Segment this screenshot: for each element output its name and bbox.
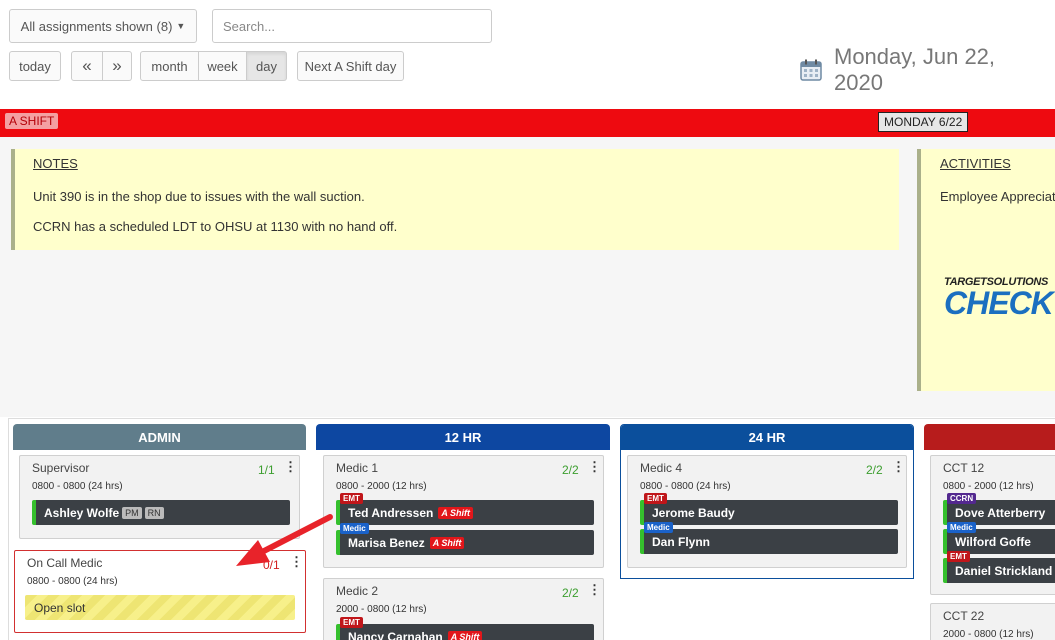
assignment-card-on-call-medic[interactable]: On Call Medic 0/1 ⋮ 0800 - 0800 (24 hrs)…	[14, 550, 306, 633]
role-tag-medic: Medic	[340, 523, 369, 534]
badge-rn: RN	[144, 506, 164, 519]
card-count: 2/2	[562, 463, 579, 477]
assignment-card-cct-22[interactable]: CCT 22 2000 - 0800 (12 hrs)	[930, 603, 1055, 640]
assignment-card-medic-1[interactable]: Medic 1 2/2 ⋮ 0800 - 2000 (12 hrs) EMT T…	[323, 455, 604, 568]
role-tag-ccrn: CCRN	[947, 493, 977, 504]
role-tag-medic: Medic	[644, 522, 673, 533]
search-input[interactable]	[212, 9, 492, 43]
assigned-person[interactable]: EMT Nancy Carnahan A Shift	[336, 617, 594, 640]
card-title: CCT 12	[943, 461, 985, 475]
shift-badge: A Shift	[447, 630, 483, 640]
notes-line: CCRN has a scheduled LDT to OHSU at 1130…	[33, 219, 398, 234]
card-time: 0800 - 0800 (24 hrs)	[32, 481, 123, 492]
notes-line: Unit 390 is in the shop due to issues wi…	[33, 189, 365, 204]
assignments-filter-dropdown[interactable]: All assignments shown (8) ▼	[9, 9, 197, 43]
assigned-person[interactable]: Medic Marisa Benez A Shift	[336, 523, 594, 555]
activities-line: Employee Appreciat	[940, 189, 1055, 204]
card-time: 0800 - 0800 (24 hrs)	[640, 481, 731, 492]
more-options-icon[interactable]: ⋮	[892, 459, 905, 475]
card-title: Medic 2	[336, 584, 379, 598]
assigned-person[interactable]: EMT Ted Andressen A Shift	[336, 493, 594, 525]
week-view-button[interactable]: week	[199, 51, 247, 81]
activities-box: ACTIVITIES Employee Appreciat TARGETSOLU…	[917, 149, 1055, 391]
next-shift-day-button[interactable]: Next A Shift day	[297, 51, 404, 81]
card-count: 1/1	[258, 463, 275, 477]
card-time: 0800 - 0800 (24 hrs)	[27, 576, 118, 587]
role-tag-medic: Medic	[947, 522, 976, 533]
assignments-filter-label: All assignments shown (8)	[20, 18, 173, 34]
shift-label: A SHIFT	[5, 113, 59, 129]
card-count: 2/2	[866, 463, 883, 477]
day-view-button[interactable]: day	[247, 51, 287, 81]
card-title: On Call Medic	[27, 556, 103, 570]
shift-bar: A SHIFT MONDAY 6/22	[0, 109, 1055, 137]
assigned-person[interactable]: Medic Dan Flynn	[640, 522, 898, 554]
role-tag-emt: EMT	[947, 551, 970, 562]
card-time: 0800 - 2000 (12 hrs)	[943, 481, 1034, 492]
column-header	[924, 424, 1055, 450]
notes-area: NOTES Unit 390 is in the shop due to iss…	[0, 137, 1055, 417]
card-count: 2/2	[562, 586, 579, 600]
card-time: 2000 - 0800 (12 hrs)	[336, 604, 427, 615]
column-header: 12 HR	[316, 424, 610, 450]
card-title: Medic 1	[336, 461, 379, 475]
column-admin: ADMIN	[13, 424, 306, 450]
role-tag-emt: EMT	[644, 493, 667, 504]
notes-heading: NOTES	[33, 156, 78, 171]
card-count: 0/1	[263, 558, 280, 572]
month-view-button[interactable]: month	[140, 51, 199, 81]
badge-pm: PM	[122, 506, 142, 519]
targetsolutions-logo: TARGETSOLUTIONS CHECK	[944, 276, 1054, 321]
assignment-card-medic-2[interactable]: Medic 2 2/2 ⋮ 2000 - 0800 (12 hrs) EMT N…	[323, 578, 604, 640]
card-title: CCT 22	[943, 609, 985, 623]
card-title: Supervisor	[32, 461, 90, 475]
role-tag-emt: EMT	[340, 617, 363, 628]
more-options-icon[interactable]: ⋮	[588, 582, 601, 598]
role-tag-emt: EMT	[340, 493, 363, 504]
card-time: 2000 - 0800 (12 hrs)	[943, 629, 1034, 640]
column-cct	[924, 424, 1055, 450]
assignment-card-cct-12[interactable]: CCT 12 0800 - 2000 (12 hrs) CCRN Dove At…	[930, 455, 1055, 595]
shift-badge: A Shift	[438, 506, 474, 519]
activities-heading: ACTIVITIES	[940, 156, 1011, 171]
caret-down-icon: ▼	[176, 21, 186, 31]
today-button[interactable]: today	[9, 51, 61, 81]
open-slot[interactable]: Open slot	[25, 595, 295, 620]
shift-badge: A Shift	[429, 536, 465, 549]
assignment-card-medic-4[interactable]: Medic 4 2/2 ⋮ 0800 - 0800 (24 hrs) EMT J…	[627, 455, 907, 568]
shift-day-label: MONDAY 6/22	[878, 112, 969, 132]
calendar-icon	[800, 59, 822, 81]
more-options-icon[interactable]: ⋮	[588, 459, 601, 475]
card-title: Medic 4	[640, 461, 683, 475]
column-header: ADMIN	[13, 424, 306, 450]
column-header: 24 HR	[621, 425, 913, 450]
assigned-person[interactable]: EMT Jerome Baudy	[640, 493, 898, 525]
assigned-person[interactable]: Ashley Wolfe PM RN	[32, 500, 290, 525]
assigned-person[interactable]: EMT Daniel Strickland	[943, 551, 1055, 583]
more-options-icon[interactable]: ⋮	[290, 554, 303, 570]
date-title-group: Monday, Jun 22, 2020	[800, 44, 1050, 95]
date-title: Monday, Jun 22, 2020	[834, 44, 996, 95]
assignment-card-supervisor[interactable]: Supervisor 1/1 ⋮ 0800 - 0800 (24 hrs) As…	[19, 455, 300, 539]
notes-box: NOTES Unit 390 is in the shop due to iss…	[11, 149, 899, 250]
more-options-icon[interactable]: ⋮	[284, 459, 297, 475]
next-button[interactable]: »	[103, 51, 132, 81]
column-12hr: 12 HR	[316, 424, 610, 450]
prev-button[interactable]: «	[71, 51, 103, 81]
card-time: 0800 - 2000 (12 hrs)	[336, 481, 427, 492]
